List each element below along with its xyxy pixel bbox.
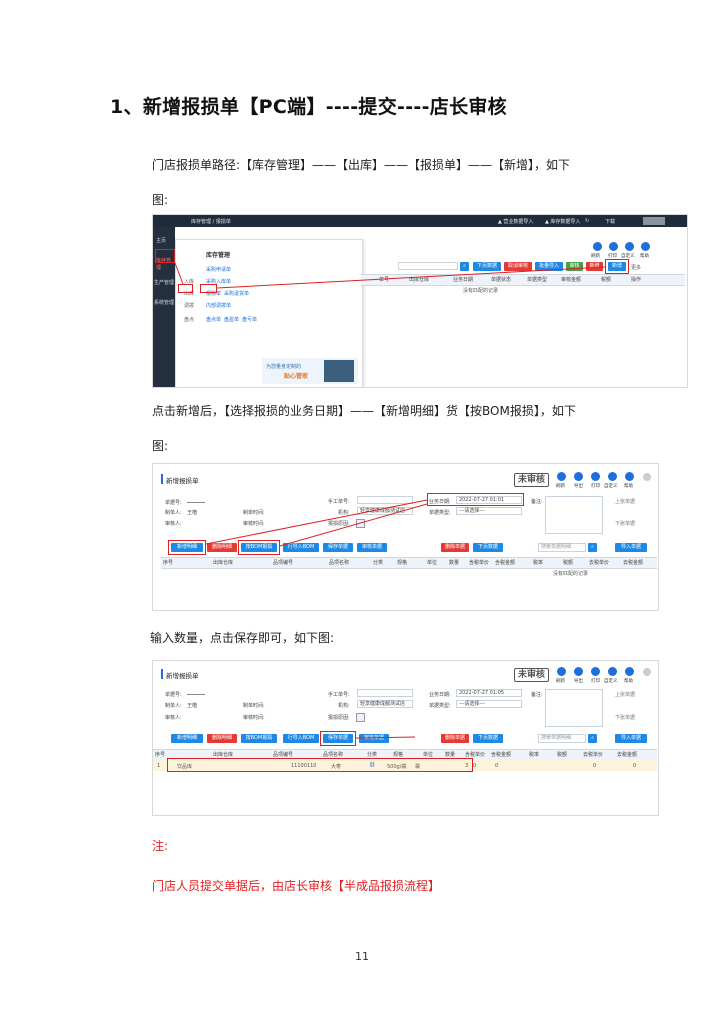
- paragraph-input-qty: 输入数量，点击保存即可，如下图:: [150, 631, 335, 645]
- page-title: 1、新增报损单【PC端】----提交----店长审核: [110, 96, 507, 118]
- paragraph-path-cont: 图:: [152, 193, 169, 207]
- paragraph-path: 门店报损单路径:【库存管理】——【出库】——【报损单】——【新增】，如下: [152, 158, 571, 172]
- screenshot-stock-menu: 库存管理 / 报损单 ▲ 营业数据导入 ▲ 库存数据导入 ↻ 下载 主页 库存管…: [152, 214, 688, 388]
- note-text: 门店人员提交单据后，由店长审核【半成品报损流程】: [152, 879, 441, 893]
- annotation-arrows: [205, 499, 428, 547]
- page-number: 11: [355, 950, 369, 963]
- screenshot-new-loss-form: 新增报损单 未审核 刷新 导出 打印 自定义 帮助 单据号: 制单人: 王楷 审…: [152, 463, 659, 611]
- screenshot-save-form: 新增报损单 未审核 刷新 导出 打印 自定义 帮助 单据号: 制单人: 王楷 审…: [152, 660, 659, 816]
- annotation-arrows: [355, 736, 416, 739]
- paragraph-add-detail: 点击新增后，【选择报损的业务日期】——【新增明细】货【按BOM报损】，如下: [152, 404, 576, 418]
- paragraph-add-detail-cont: 图:: [152, 439, 169, 453]
- annotation-arrows: [174, 262, 606, 289]
- note-label: 注:: [152, 839, 169, 853]
